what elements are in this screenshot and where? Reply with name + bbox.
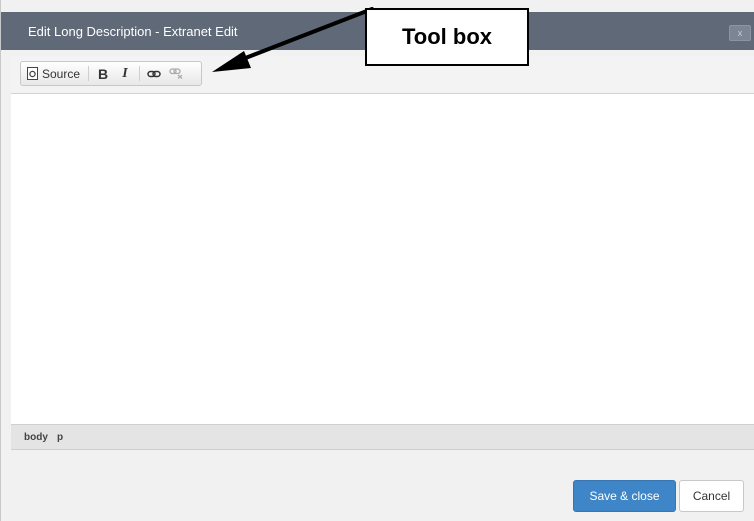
toolbar-separator <box>139 66 141 81</box>
editor-content-area[interactable] <box>11 94 754 424</box>
edit-dialog: Edit Long Description - Extranet Edit x … <box>0 0 754 521</box>
toolbar-group: Source B I <box>20 61 202 86</box>
cancel-button[interactable]: Cancel <box>679 480 744 512</box>
source-button[interactable]: Source <box>21 62 85 85</box>
save-close-button[interactable]: Save & close <box>573 480 676 512</box>
link-button[interactable] <box>143 62 165 85</box>
tool-box-callout: Tool box <box>365 8 529 66</box>
unlink-button[interactable] <box>165 62 187 85</box>
link-icon <box>147 70 161 77</box>
path-item-body[interactable]: body <box>24 432 48 443</box>
toolbar-separator <box>88 66 90 81</box>
unlink-icon <box>169 68 183 79</box>
close-button[interactable]: x <box>729 25 751 41</box>
element-path-bar: body p <box>11 424 754 450</box>
source-label: Source <box>42 66 81 81</box>
italic-button[interactable]: I <box>114 62 136 85</box>
bold-button[interactable]: B <box>92 62 114 85</box>
dialog-title: Edit Long Description - Extranet Edit <box>28 24 238 39</box>
path-item-p[interactable]: p <box>57 432 63 443</box>
source-icon <box>27 67 38 80</box>
